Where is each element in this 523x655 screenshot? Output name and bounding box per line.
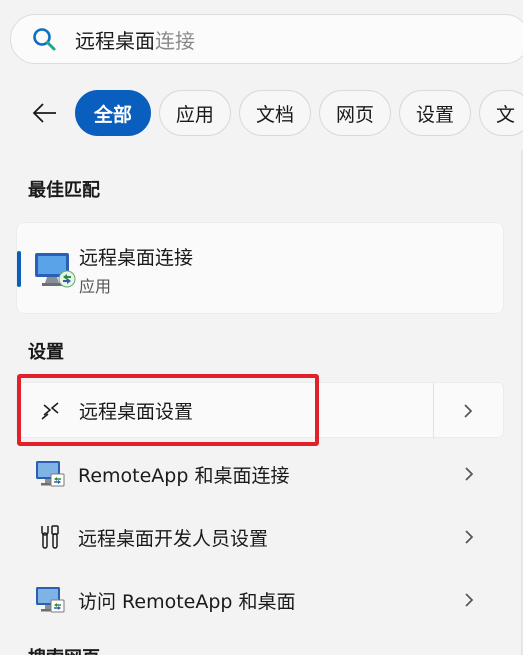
settings-item-remoteapp-connections[interactable]: RemoteApp 和桌面连接 xyxy=(16,446,504,502)
filter-chip-web[interactable]: 网页 xyxy=(318,90,391,136)
row-divider xyxy=(433,383,434,439)
back-button[interactable] xyxy=(16,90,75,136)
settings-heading: 设置 xyxy=(28,342,64,363)
filter-chip-apps[interactable]: 应用 xyxy=(158,90,231,136)
settings-item-access-remoteapp[interactable]: 访问 RemoteApp 和桌面 xyxy=(16,572,504,628)
back-arrow-icon xyxy=(33,103,57,123)
search-box[interactable]: 远程桌面连接 xyxy=(10,14,523,64)
chevron-right-icon[interactable] xyxy=(462,464,476,484)
search-input[interactable]: 远程桌面连接 xyxy=(75,25,195,54)
best-match-result[interactable]: 远程桌面连接 应用 xyxy=(16,222,504,314)
best-match-title: 远程桌面连接 xyxy=(79,247,194,269)
best-match-heading: 最佳匹配 xyxy=(28,180,100,201)
chevron-right-icon[interactable] xyxy=(461,401,475,421)
settings-item-label: RemoteApp 和桌面连接 xyxy=(78,464,290,487)
remote-desktop-monitor-icon xyxy=(34,584,66,616)
developer-tools-icon xyxy=(34,521,66,553)
chevron-right-icon[interactable] xyxy=(462,527,476,547)
remote-desktop-connection-icon xyxy=(35,253,76,288)
remote-desktop-monitor-icon xyxy=(34,458,66,490)
chevron-right-icon[interactable] xyxy=(462,590,476,610)
search-web-heading: 搜索网页 xyxy=(28,644,100,655)
filter-chip-more[interactable]: 文 xyxy=(478,90,523,136)
filter-chip-settings[interactable]: 设置 xyxy=(398,90,471,136)
settings-item-label: 远程桌面开发人员设置 xyxy=(78,527,269,550)
best-match-subtitle: 应用 xyxy=(79,277,112,296)
filter-chip-all[interactable]: 全部 xyxy=(74,90,151,136)
filter-chip-documents[interactable]: 文档 xyxy=(238,90,311,136)
search-typed-text: 远程桌面 xyxy=(75,28,155,53)
annotation-highlight-box xyxy=(17,374,319,446)
settings-item-label: 访问 RemoteApp 和桌面 xyxy=(78,590,296,613)
settings-item-developer-settings[interactable]: 远程桌面开发人员设置 xyxy=(16,509,504,565)
search-icon xyxy=(33,28,56,51)
selection-indicator xyxy=(17,251,21,287)
filter-bar: 全部 应用 文档 网页 设置 文 xyxy=(0,90,523,136)
search-suggestion-text: 连接 xyxy=(155,28,195,53)
